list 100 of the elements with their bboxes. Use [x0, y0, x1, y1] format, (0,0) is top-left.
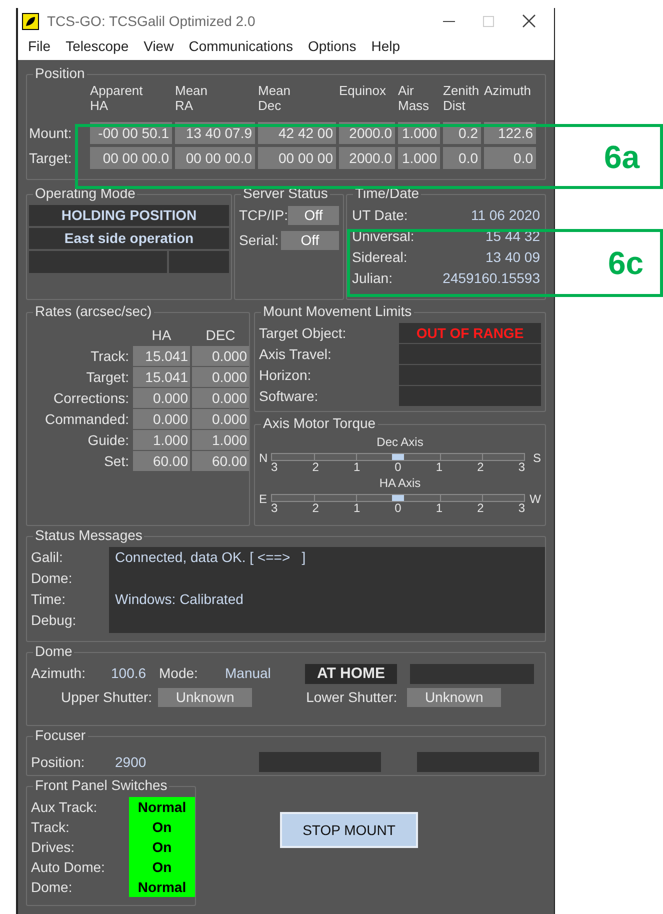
value-field: 00 00 00.0: [90, 147, 172, 169]
rate-field: 15.041: [133, 346, 190, 366]
tick-label: 2: [312, 461, 319, 474]
time-value: 11 06 2020: [470, 206, 540, 225]
callout-label: 6a: [604, 140, 640, 174]
switch-state: On: [151, 818, 173, 837]
axis-end-label: W: [528, 492, 541, 506]
message-text: Connected, data OK. [ <==> ]: [115, 548, 307, 567]
value-field: 0.0: [443, 147, 481, 169]
shutter-label: Lower Shutter:: [306, 688, 398, 707]
value-field: 00 00 00: [258, 147, 336, 169]
time-value: 13 40 09: [486, 248, 540, 267]
switch-state: On: [151, 858, 173, 877]
message-label: Dome:: [31, 569, 74, 588]
menu-item[interactable]: Telescope: [66, 36, 129, 56]
mode-indicator: East side operation: [29, 228, 229, 249]
status-label: Serial:: [239, 231, 279, 250]
column-header: Zenith Dist: [443, 83, 480, 115]
rate-field: 0.000: [133, 409, 190, 429]
rate-field: 15.041: [133, 367, 190, 387]
dome-value: Manual: [225, 664, 272, 683]
shutter-label: Upper Shutter:: [61, 688, 152, 707]
axis-title: HA Axis: [378, 476, 422, 490]
status-label: TCP/IP:: [239, 206, 288, 225]
limit-label: Software:: [259, 387, 318, 406]
limit-label: Target Object:: [259, 324, 346, 343]
value-field: 1.000: [398, 147, 440, 169]
value-field: 0.0: [484, 147, 536, 169]
tick-label: 1: [353, 461, 360, 474]
shutter-status: Unknown: [158, 688, 252, 707]
tick-label: 3: [518, 461, 525, 474]
close-icon[interactable]: [522, 14, 536, 28]
tick-label: 0: [394, 502, 402, 515]
dome-status: AT HOME: [305, 664, 397, 684]
rate-field: 0.000: [192, 346, 249, 366]
minimize-icon[interactable]: [443, 20, 455, 22]
time-value: 2459160.15593: [442, 269, 540, 288]
rate-label: Corrections:: [52, 389, 130, 408]
rate-label: Track:: [90, 347, 130, 366]
tick-label: 3: [271, 461, 278, 474]
menu-item[interactable]: Options: [308, 36, 356, 56]
rate-field: 60.00: [133, 451, 190, 471]
tick-label: 1: [353, 502, 360, 515]
dome-value: 100.6: [111, 664, 148, 683]
shutter-status: Unknown: [407, 688, 502, 707]
time-label: Sidereal:: [352, 248, 408, 267]
switch-state: Normal: [136, 878, 188, 897]
column-header: Mean RA: [175, 83, 209, 115]
menu-item[interactable]: Communications: [188, 36, 293, 56]
axis-end-label: N: [259, 451, 269, 465]
dome-label: Azimuth:: [31, 664, 86, 683]
tick-label: 1: [436, 461, 443, 474]
message-label: Debug:: [31, 611, 78, 630]
row-label: Target:: [29, 149, 73, 168]
column-header: DEC: [204, 326, 236, 345]
focuser-value: 2900: [115, 752, 148, 772]
message-label: Galil:: [31, 548, 64, 567]
rate-label: Target:: [85, 368, 130, 387]
row-label: Mount:: [29, 124, 73, 143]
limit-label: Horizon:: [259, 366, 312, 385]
status-indicator: [169, 251, 229, 273]
limit-label: Axis Travel:: [259, 345, 332, 364]
column-header: HA: [150, 326, 172, 345]
switch-label: Auto Dome:: [31, 858, 106, 877]
rate-field: 0.000: [192, 388, 249, 408]
tick-label: 0: [394, 461, 402, 474]
tick-label: 3: [518, 502, 525, 515]
tick-label: 1: [436, 502, 443, 515]
value-field: 00 00 00.0: [175, 147, 255, 169]
menu-item[interactable]: View: [144, 36, 174, 56]
switch-label: Track:: [31, 818, 70, 837]
rate-field: 0.000: [192, 367, 249, 387]
switch-state: Normal: [136, 798, 188, 817]
time-label: UT Date:: [352, 206, 408, 225]
rate-field: 1.000: [192, 430, 249, 450]
switch-label: Dome:: [31, 878, 74, 897]
switch-state: On: [151, 838, 173, 857]
limit-indicator: OUT OF RANGE: [399, 323, 541, 343]
switch-label: Aux Track:: [31, 798, 98, 817]
rate-label: Set:: [103, 452, 130, 471]
rate-label: Commanded:: [44, 410, 130, 429]
axis-title: Dec Axis: [376, 435, 424, 449]
dome-label: Mode:: [159, 664, 199, 683]
column-header: Equinox: [339, 83, 387, 100]
mode-indicator: HOLDING POSITION: [29, 205, 229, 226]
status-field: Off: [281, 231, 339, 250]
rate-label: Guide:: [86, 431, 130, 450]
stop-mount-button[interactable]: STOP MOUNT: [280, 812, 418, 848]
time-label: Universal:: [352, 227, 414, 246]
tick-label: 3: [271, 502, 278, 515]
callout-label: 6c: [608, 246, 644, 280]
value-field: 2000.0: [339, 147, 395, 169]
message-label: Time:: [31, 590, 66, 609]
rate-field: 60.00: [192, 451, 249, 471]
menu-item[interactable]: File: [28, 36, 51, 56]
column-header: Mean Dec: [258, 83, 292, 115]
tick-label: 2: [477, 502, 484, 515]
time-label: Julian:: [352, 269, 392, 288]
axis-end-label: S: [532, 451, 541, 465]
menu-item[interactable]: Help: [371, 36, 400, 56]
